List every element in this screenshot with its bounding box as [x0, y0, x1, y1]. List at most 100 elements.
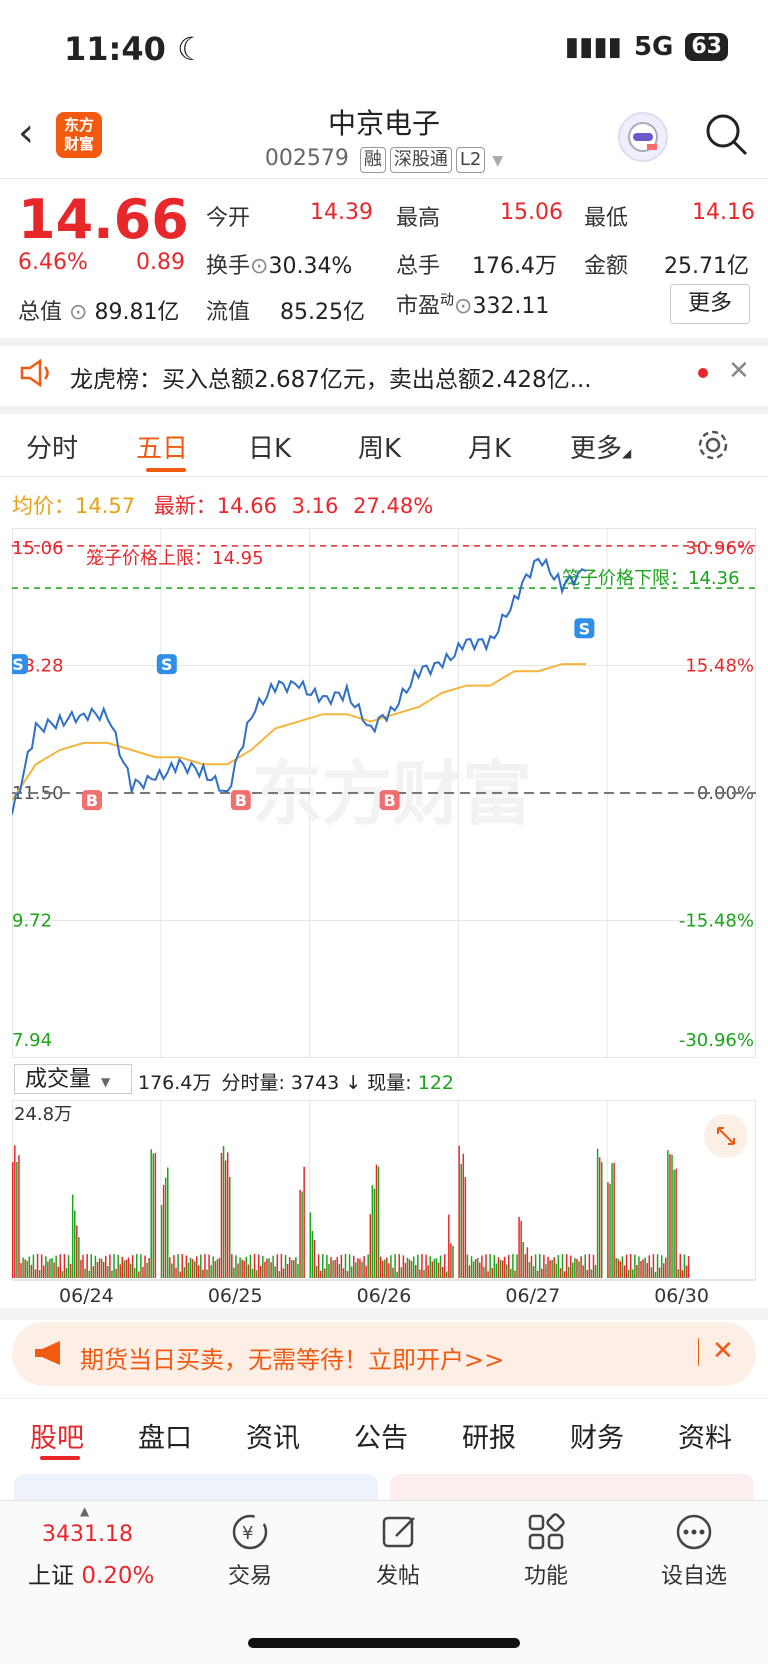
- volume-bar: [617, 1258, 620, 1278]
- volume-bar: [400, 1267, 403, 1278]
- volume-bar: [288, 1257, 291, 1278]
- nav-trade[interactable]: 交易: [210, 1558, 290, 1590]
- y-tick-right: -30.96%: [679, 1030, 754, 1051]
- tab-monthly-k[interactable]: 月K: [468, 428, 511, 465]
- volume-bar: [146, 1262, 148, 1278]
- volume-bar: [644, 1257, 646, 1278]
- tab-profile[interactable]: 资料: [678, 1416, 732, 1455]
- post-icon[interactable]: [380, 1512, 420, 1556]
- volume-bar: [251, 1269, 254, 1278]
- notice-text[interactable]: 龙虎榜：买入总额2.687亿元，卖出总额2.428亿...: [70, 360, 592, 394]
- volume-bar: [57, 1266, 59, 1278]
- tab-research[interactable]: 研报: [462, 1416, 516, 1455]
- volume-max-label: 24.8万: [14, 1104, 72, 1125]
- volume-bar: [326, 1254, 328, 1278]
- index-value[interactable]: 3431.18: [42, 1522, 133, 1547]
- volume-bar: [200, 1254, 202, 1278]
- volume-bar: [231, 1254, 233, 1278]
- mcap-value: 89.81亿: [94, 300, 180, 325]
- moon-icon: ☾: [177, 30, 206, 68]
- dropdown-icon: ▼: [492, 153, 504, 169]
- volume-bar: [375, 1164, 378, 1278]
- tab-weekly-k[interactable]: 周K: [358, 428, 401, 465]
- nav-post[interactable]: 发帖: [358, 1558, 438, 1590]
- volume-bar: [373, 1188, 376, 1278]
- volume-bar: [202, 1269, 204, 1278]
- tab-more[interactable]: 更多◢: [570, 428, 631, 465]
- nav-watchlist[interactable]: 设自选: [650, 1558, 738, 1590]
- volume-bar: [640, 1260, 642, 1278]
- watchlist-icon[interactable]: [674, 1512, 714, 1556]
- volume-bar: [69, 1263, 72, 1278]
- volume-bar: [433, 1259, 436, 1278]
- tab-intraday[interactable]: 分时: [26, 428, 78, 465]
- volume-bar: [332, 1260, 334, 1278]
- volume-bar: [136, 1254, 138, 1278]
- tab-announcement[interactable]: 公告: [354, 1416, 408, 1455]
- volume-bar: [611, 1163, 613, 1278]
- info-icon: ⊙: [69, 300, 88, 325]
- volume-bar: [619, 1261, 622, 1278]
- expand-icon[interactable]: [704, 1114, 748, 1158]
- volume-bar: [264, 1261, 266, 1278]
- tab-finance[interactable]: 财务: [570, 1416, 624, 1455]
- volume-bar: [340, 1255, 343, 1278]
- volume-bar: [555, 1263, 558, 1278]
- caret-up-icon: ▲: [80, 1504, 90, 1518]
- close-icon[interactable]: ✕: [728, 356, 750, 386]
- volume-bar: [268, 1258, 270, 1278]
- tab-news[interactable]: 资讯: [246, 1416, 300, 1455]
- volume-bar: [144, 1255, 146, 1278]
- search-icon[interactable]: [704, 112, 748, 160]
- volume-bar: [363, 1256, 365, 1278]
- volume-bar: [51, 1258, 53, 1278]
- volume-bar: [660, 1255, 663, 1278]
- avg-value: 14.57: [75, 494, 136, 518]
- turnover-row: 换手⊙30.34%: [206, 248, 352, 280]
- indicator-select[interactable]: 成交量 ▼: [14, 1064, 132, 1094]
- volume-bar: [679, 1254, 682, 1278]
- volume-bar: [152, 1153, 155, 1278]
- tab-pankou[interactable]: 盘口: [138, 1416, 192, 1455]
- volume-bar: [377, 1166, 380, 1278]
- volume-bar: [526, 1247, 529, 1278]
- volume-bar: [567, 1266, 570, 1278]
- low-value: 14.16: [692, 200, 755, 225]
- tab-five-day[interactable]: 五日: [136, 428, 188, 465]
- mcap-row: 总值 ⊙ 89.81亿: [18, 294, 179, 326]
- speaker-icon: [18, 358, 54, 392]
- volume-bar: [394, 1254, 396, 1278]
- price-chart[interactable]: 东方财富 15.0630.96%13.2815.48%11.500.00%9.7…: [12, 528, 756, 1058]
- volume-bar: [78, 1237, 80, 1278]
- volume-bar: [658, 1267, 661, 1278]
- volume-bar: [505, 1264, 508, 1278]
- assistant-avatar[interactable]: [618, 112, 668, 162]
- volume-bar: [379, 1256, 382, 1278]
- volume-bar: [324, 1268, 326, 1278]
- nav-function[interactable]: 功能: [506, 1558, 586, 1590]
- volume-bar: [301, 1191, 303, 1278]
- volume-bar: [536, 1270, 539, 1278]
- promo-text[interactable]: 期货当日买卖，无需等待！立即开户>>: [80, 1340, 504, 1375]
- volume-bar: [460, 1163, 462, 1278]
- function-icon[interactable]: [526, 1512, 566, 1556]
- volume-bar: [59, 1254, 62, 1278]
- volume-chart[interactable]: 24.8万: [12, 1100, 756, 1282]
- avg-label: 均价：: [12, 494, 75, 518]
- index-row[interactable]: 上证 0.20%: [28, 1556, 154, 1590]
- tab-daily-k[interactable]: 日K: [248, 428, 291, 465]
- tab-guba[interactable]: 股吧: [30, 1416, 84, 1455]
- volume-bar: [319, 1270, 322, 1278]
- volume-bar: [272, 1255, 274, 1278]
- volume-bar: [24, 1259, 26, 1278]
- volume-bar: [474, 1258, 477, 1278]
- close-banner-icon[interactable]: ✕: [712, 1336, 734, 1366]
- trade-icon[interactable]: ¥: [230, 1512, 270, 1556]
- settings-icon[interactable]: [696, 428, 730, 466]
- volume-bar: [86, 1254, 88, 1278]
- open-value: 14.39: [310, 200, 373, 225]
- volume-bar: [663, 1263, 665, 1278]
- amount-label: 金额: [584, 254, 629, 279]
- more-button[interactable]: 更多: [670, 284, 750, 324]
- volume-bar: [648, 1255, 651, 1278]
